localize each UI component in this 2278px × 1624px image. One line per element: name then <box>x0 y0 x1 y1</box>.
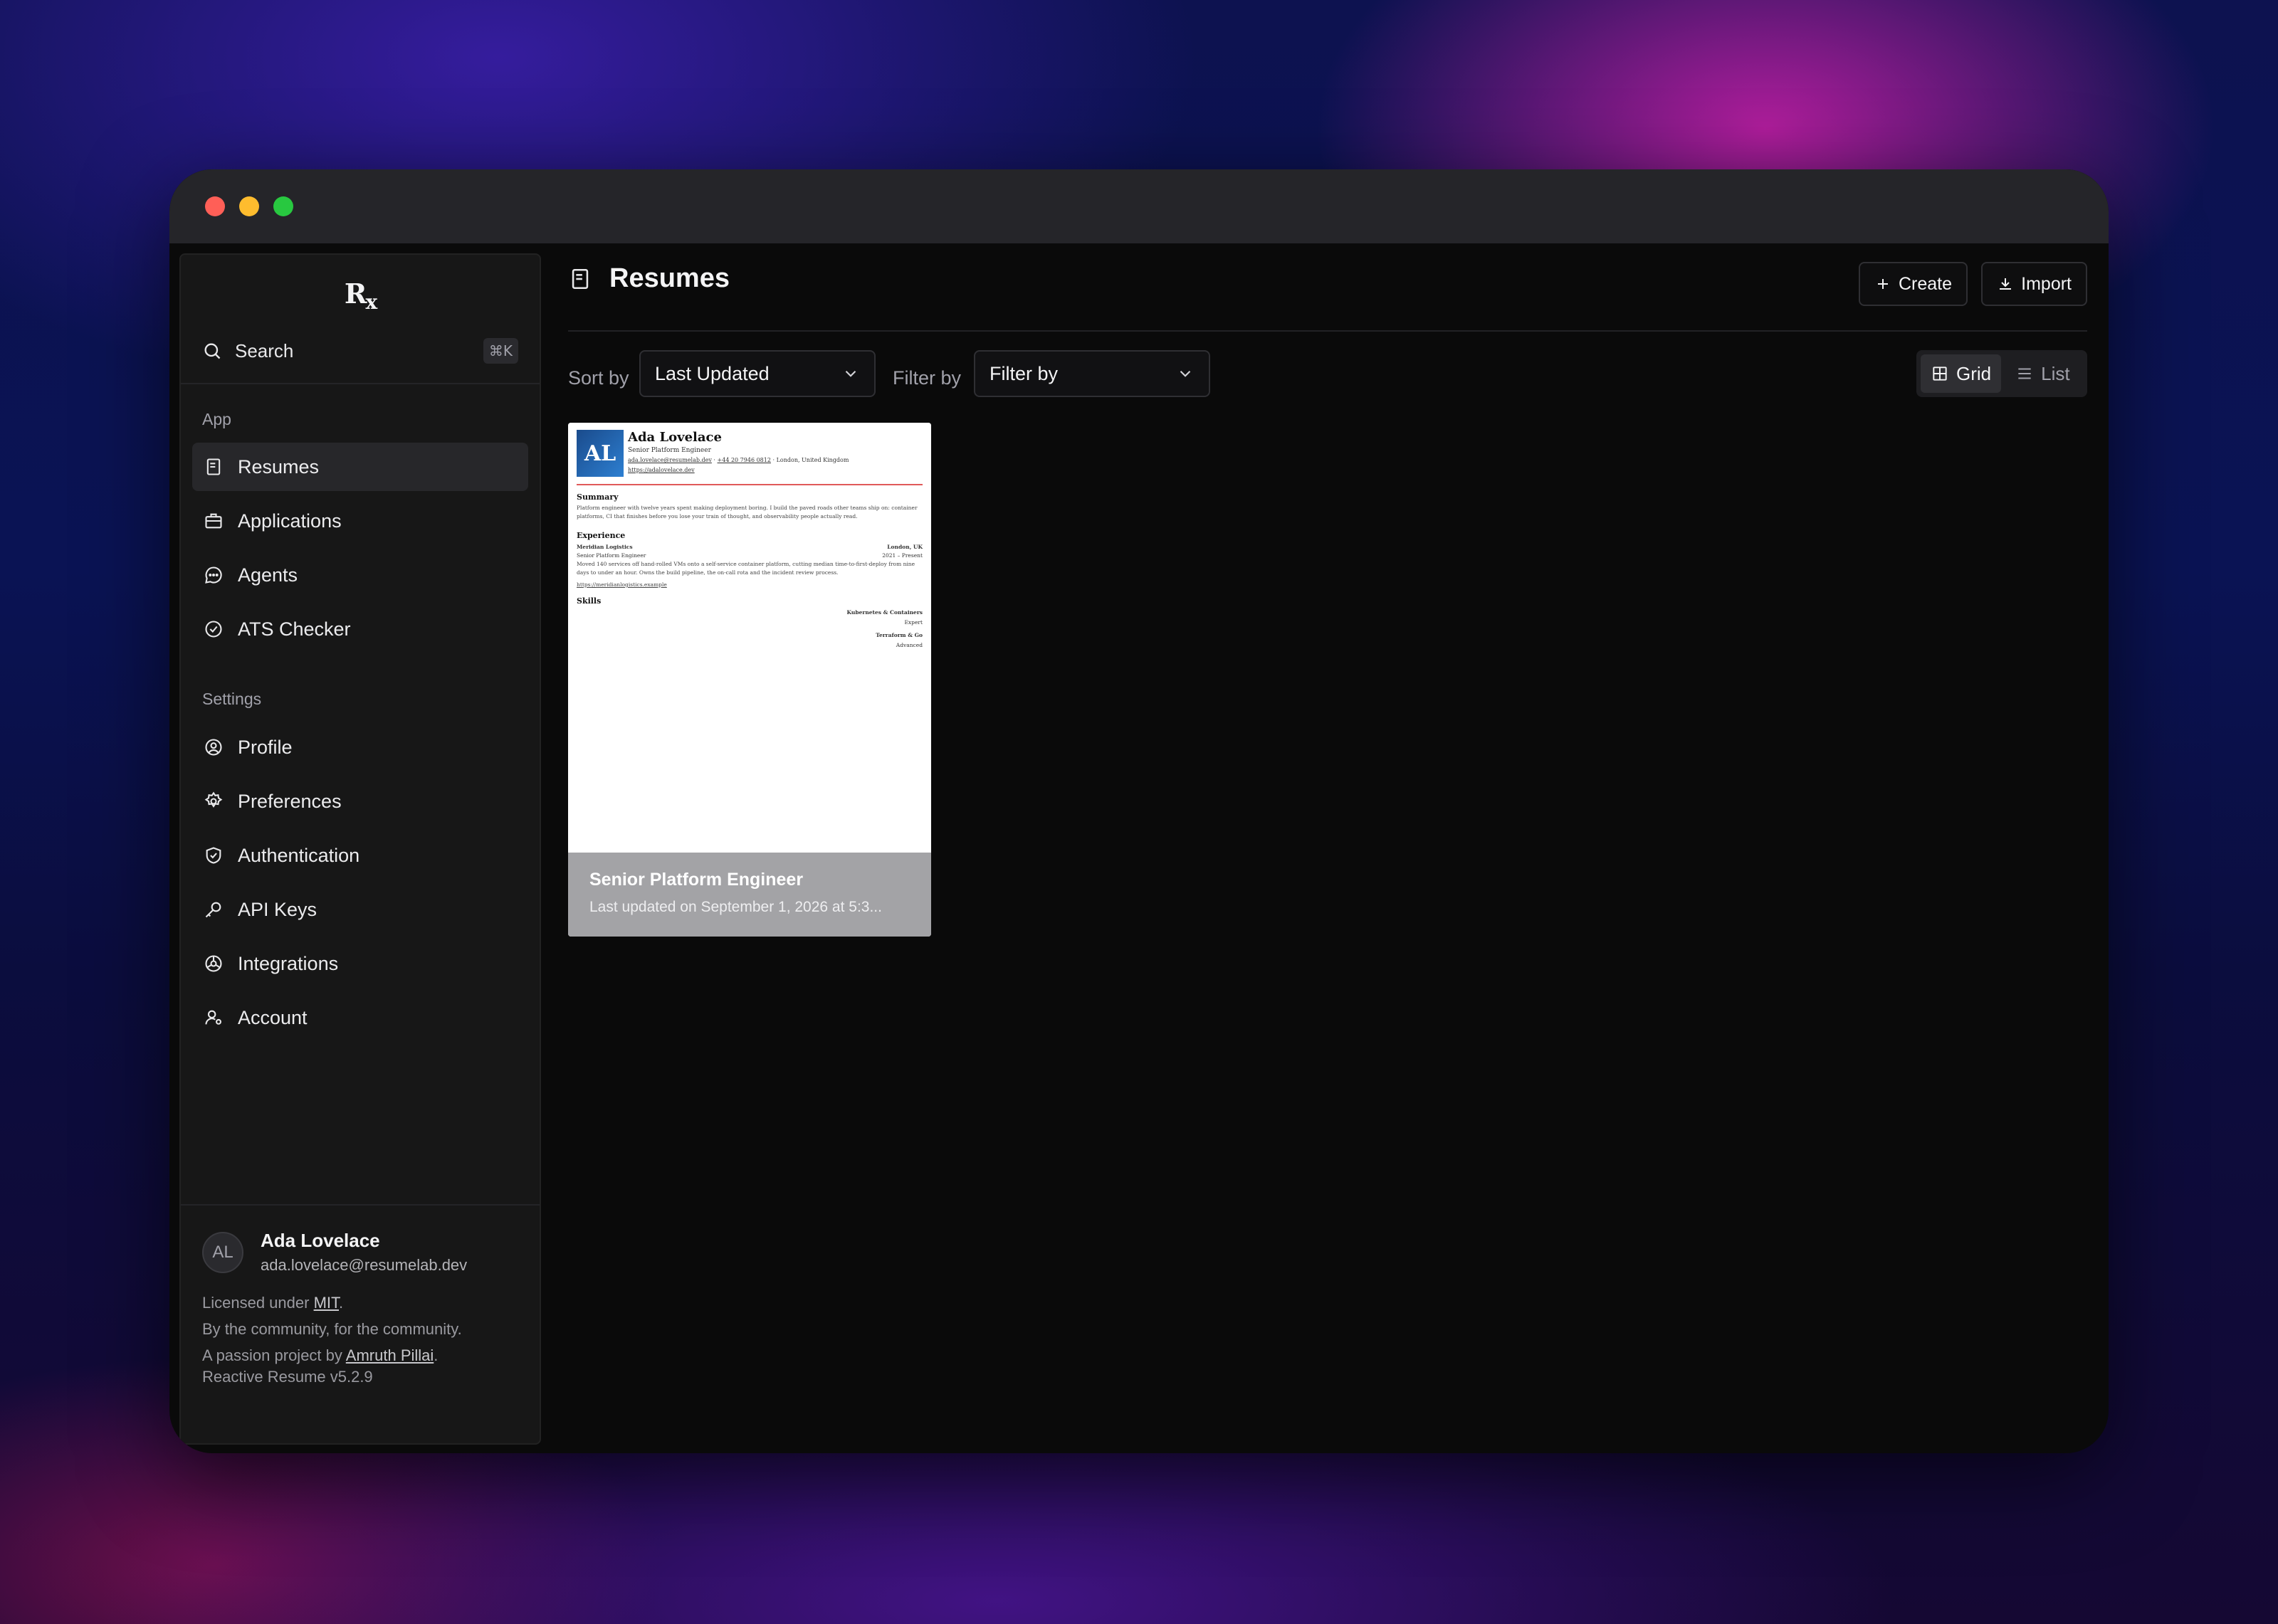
chevron-down-icon <box>845 370 856 377</box>
plus-icon <box>1877 279 1888 289</box>
avatar: AL <box>202 1231 243 1273</box>
sidebar-item-preferences[interactable]: Preferences <box>192 777 528 826</box>
sidebar-item-api-keys[interactable]: API Keys <box>192 885 528 934</box>
resume-name: Ada Lovelace <box>628 430 722 445</box>
sidebar-item-label: ATS Checker <box>238 618 351 640</box>
maximize-window-button[interactable] <box>273 196 293 216</box>
app-version: Reactive Resume v5.2.9 <box>202 1368 373 1386</box>
app-logo[interactable]: Rx <box>181 278 540 314</box>
resume-preview: AL Ada Lovelace Senior Platform Engineer… <box>568 423 931 853</box>
footer-credits: Licensed under MIT. By the community, fo… <box>202 1294 462 1364</box>
gear-icon <box>204 791 223 808</box>
sidebar-item-resumes[interactable]: Resumes <box>192 443 528 491</box>
sidebar-item-account[interactable]: Account <box>192 993 528 1042</box>
sidebar-item-label: Applications <box>238 510 342 532</box>
file-text-icon <box>572 268 589 289</box>
user-menu[interactable]: AL Ada Lovelace ada.lovelace@resumelab.d… <box>202 1230 467 1275</box>
sidebar-item-label: Resumes <box>238 455 320 478</box>
resume-summary: Platform engineer with twelve years spen… <box>577 505 918 520</box>
download-icon <box>2000 278 2012 290</box>
resume-skill: Kubernetes & Containers <box>846 609 923 616</box>
sidebar-item-label: Profile <box>238 736 293 758</box>
filter-label: Filter by <box>893 367 962 389</box>
resume-skill: Terraform & Go <box>876 632 923 638</box>
sidebar-item-label: Account <box>238 1006 308 1028</box>
briefcase-icon <box>205 513 222 529</box>
resume-website: https://adalovelace.dev <box>628 467 695 473</box>
key-icon <box>205 902 221 918</box>
sidebar-item-label: Authentication <box>238 844 360 866</box>
search-icon <box>204 343 221 359</box>
resume-role-row: Senior Platform Engineer 2021 – Present <box>577 552 923 559</box>
sort-select[interactable]: Last Updated <box>639 350 876 397</box>
app-window: Rx Search ⌘K App Resumes Applications Ag… <box>169 169 2109 1453</box>
sidebar-item-label: Integrations <box>238 952 339 974</box>
resume-card-updated: Last updated on September 1, 2026 at 5:3… <box>589 899 882 915</box>
author-link[interactable]: Amruth Pillai <box>346 1346 434 1364</box>
page-title: Resumes <box>568 263 730 294</box>
file-text-icon <box>206 458 221 475</box>
import-button[interactable]: Import <box>1981 262 2087 306</box>
filter-select[interactable]: Filter by <box>974 350 1210 397</box>
search-button[interactable]: Search ⌘K <box>202 333 518 369</box>
chat-icon <box>205 566 222 584</box>
shield-check-icon <box>206 847 221 864</box>
divider <box>181 1204 540 1206</box>
list-icon <box>2018 368 2031 379</box>
sidebar-item-applications[interactable]: Applications <box>192 497 528 545</box>
resume-experience-heading: Experience <box>577 531 626 540</box>
close-window-button[interactable] <box>205 196 225 216</box>
resume-headline: Senior Platform Engineer <box>628 447 711 454</box>
app-group-label: App <box>202 410 231 428</box>
view-toggle: Grid List <box>1916 350 2087 397</box>
settings-group-label: Settings <box>202 690 262 708</box>
user-name: Ada Lovelace <box>261 1230 380 1251</box>
minimize-window-button[interactable] <box>239 196 259 216</box>
network-icon <box>205 955 222 972</box>
resume-skill-level: Expert <box>904 619 923 626</box>
sidebar-item-label: API Keys <box>238 898 317 920</box>
resume-company-row: Meridian Logistics London, UK <box>577 544 923 550</box>
sidebar-item-ats-checker[interactable]: ATS Checker <box>192 605 528 653</box>
list-view-button[interactable]: List <box>2005 354 2079 393</box>
sidebar-item-label: Agents <box>238 564 298 586</box>
chevron-down-icon <box>1180 370 1191 377</box>
resume-skill-level: Advanced <box>896 642 923 648</box>
title-bar <box>169 169 2109 243</box>
resume-card-footer: Senior Platform Engineer Last updated on… <box>568 853 931 937</box>
resume-photo: AL <box>577 430 624 477</box>
check-circle-icon <box>205 621 222 638</box>
sidebar-item-agents[interactable]: Agents <box>192 551 528 599</box>
header-divider <box>568 330 2087 332</box>
user-circle-icon <box>205 739 222 756</box>
resume-contact: ada.lovelace@resumelab.dev · +44 20 7946… <box>628 457 849 463</box>
search-label: Search <box>235 339 294 362</box>
user-gear-icon <box>205 1010 221 1025</box>
community-text: By the community, for the community. <box>202 1320 462 1338</box>
sidebar-item-authentication[interactable]: Authentication <box>192 831 528 880</box>
license-link[interactable]: MIT <box>314 1294 339 1312</box>
create-button[interactable]: Create <box>1858 262 1968 306</box>
resume-card-title: Senior Platform Engineer <box>589 870 804 890</box>
resume-card[interactable]: AL Ada Lovelace Senior Platform Engineer… <box>568 423 931 937</box>
resume-company-url: https://meridianlogistics.example <box>577 581 667 588</box>
sidebar: Rx Search ⌘K App Resumes Applications Ag… <box>179 253 541 1445</box>
sidebar-item-integrations[interactable]: Integrations <box>192 939 528 988</box>
resume-skills-heading: Skills <box>577 596 602 606</box>
sidebar-item-profile[interactable]: Profile <box>192 723 528 771</box>
search-shortcut: ⌘K <box>483 338 518 364</box>
divider <box>181 383 540 384</box>
sidebar-item-label: Preferences <box>238 790 342 812</box>
grid-view-button[interactable]: Grid <box>1921 354 2002 393</box>
sort-label: Sort by <box>568 367 629 389</box>
grid-icon <box>1933 367 1947 381</box>
resume-summary-heading: Summary <box>577 492 619 502</box>
resume-role-description: Moved 140 services off hand-rolled VMs o… <box>577 561 915 576</box>
resume-divider <box>577 484 923 485</box>
user-email: ada.lovelace@resumelab.dev <box>261 1256 468 1274</box>
